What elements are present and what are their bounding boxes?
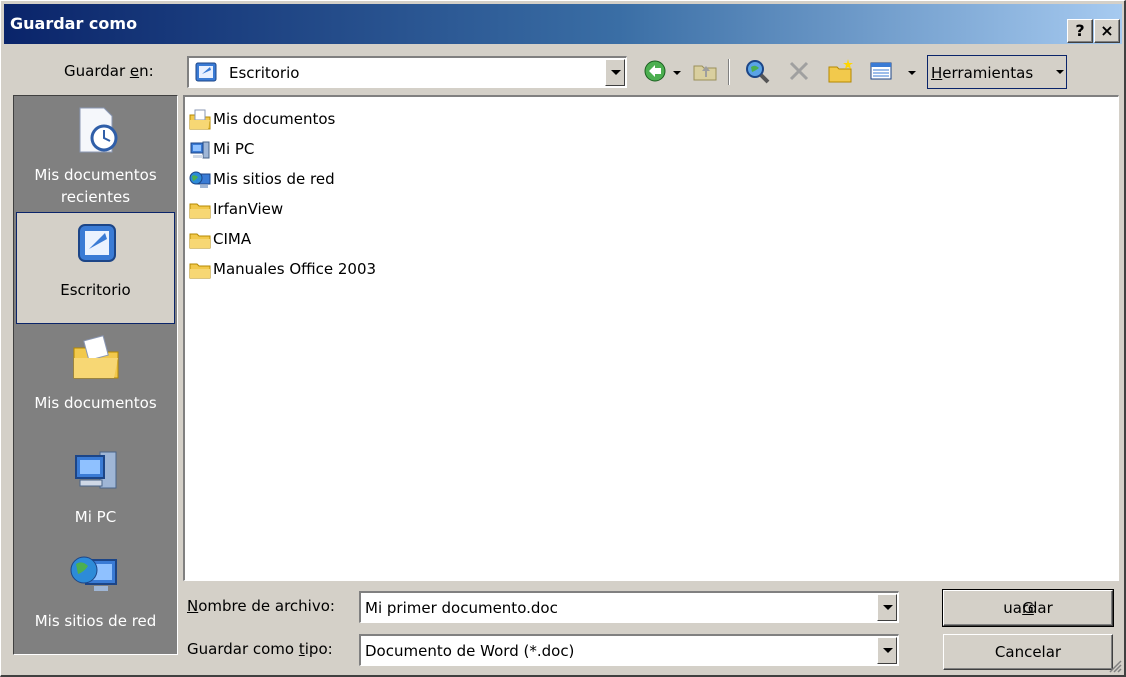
folder-icon [189, 263, 211, 279]
save-button[interactable]: Guardar [942, 589, 1114, 627]
back-dropdown-icon[interactable] [673, 71, 681, 75]
file-name: Mis sitios de red [213, 170, 335, 188]
filename-dropdown-button[interactable] [877, 594, 897, 621]
place-label: Escritorio [60, 281, 131, 299]
file-name: Mi PC [213, 140, 255, 158]
place-label: Mis sitios de red [34, 612, 157, 630]
delete-icon[interactable] [785, 57, 813, 85]
back-icon[interactable] [641, 57, 669, 85]
place-label: Mis documentos [34, 394, 157, 412]
save-in-dropdown-button[interactable] [605, 59, 625, 86]
file-name: Manuales Office 2003 [213, 260, 377, 278]
new-folder-icon[interactable] [827, 57, 855, 85]
cancel-button[interactable]: Cancelar [943, 634, 1113, 670]
resize-grip-icon[interactable] [1108, 659, 1122, 673]
filename-label: Nombre de archivo: [187, 597, 335, 615]
file-name: CIMA [213, 230, 252, 248]
filename-combo[interactable]: Mi primer documento.doc [359, 591, 899, 623]
save-in-value: Escritorio [229, 63, 300, 82]
tools-menu-button[interactable]: Herramientas [927, 55, 1067, 89]
filetype-value: Documento de Word (*.doc) [365, 641, 575, 660]
filetype-combo[interactable]: Documento de Word (*.doc) [359, 634, 899, 666]
place-label: Mi PC [74, 508, 117, 526]
help-icon: ? [1075, 21, 1085, 40]
desktop-icon [195, 62, 217, 82]
place-desktop[interactable]: Escritorio [16, 212, 175, 324]
desktop-icon [78, 224, 116, 262]
network-places-icon [189, 171, 211, 188]
views-icon[interactable] [867, 57, 895, 85]
help-button[interactable]: ? [1067, 19, 1093, 43]
save-in-label: Guardar en: [64, 62, 154, 80]
toolbar-separator [728, 59, 730, 85]
filename-input[interactable]: Mi primer documento.doc [365, 599, 558, 617]
place-label: Mis documentos recientes [34, 166, 157, 206]
save-as-dialog: Guardar como ? × Guardar en: Escritorio [0, 0, 1126, 677]
file-list[interactable]: Mis documentos Mi PC Mis sitios de red I… [183, 95, 1119, 581]
place-my-computer[interactable]: Mi PC [16, 440, 175, 552]
place-recent-documents[interactable]: Mis documentos recientes [16, 98, 175, 210]
my-computer-icon [190, 141, 210, 159]
my-documents-icon [73, 335, 119, 379]
window-title: Guardar como [10, 14, 138, 33]
save-in-combo[interactable]: Escritorio [187, 56, 627, 88]
title-bar[interactable]: Guardar como ? × [4, 4, 1122, 44]
views-dropdown-icon[interactable] [908, 71, 916, 75]
file-name: IrfanView [213, 200, 284, 218]
place-my-documents[interactable]: Mis documentos [16, 326, 175, 438]
filetype-dropdown-button[interactable] [877, 637, 897, 664]
my-computer-icon [75, 451, 117, 489]
network-places-icon [70, 556, 117, 591]
recent-documents-icon [79, 107, 118, 153]
filetype-label: Guardar como tipo: [187, 640, 333, 658]
search-web-icon[interactable] [743, 57, 771, 85]
tools-dropdown-icon [1056, 70, 1064, 74]
folder-icon [189, 233, 211, 249]
folder-icon [189, 203, 211, 219]
up-folder-icon[interactable] [691, 57, 719, 85]
close-icon: × [1100, 21, 1114, 40]
my-documents-icon [189, 109, 211, 130]
file-name: Mis documentos [213, 110, 336, 128]
place-network[interactable]: Mis sitios de red [16, 544, 175, 656]
places-bar: Mis documentos recientes Escritorio Mis … [13, 95, 178, 655]
close-button[interactable]: × [1094, 19, 1120, 43]
